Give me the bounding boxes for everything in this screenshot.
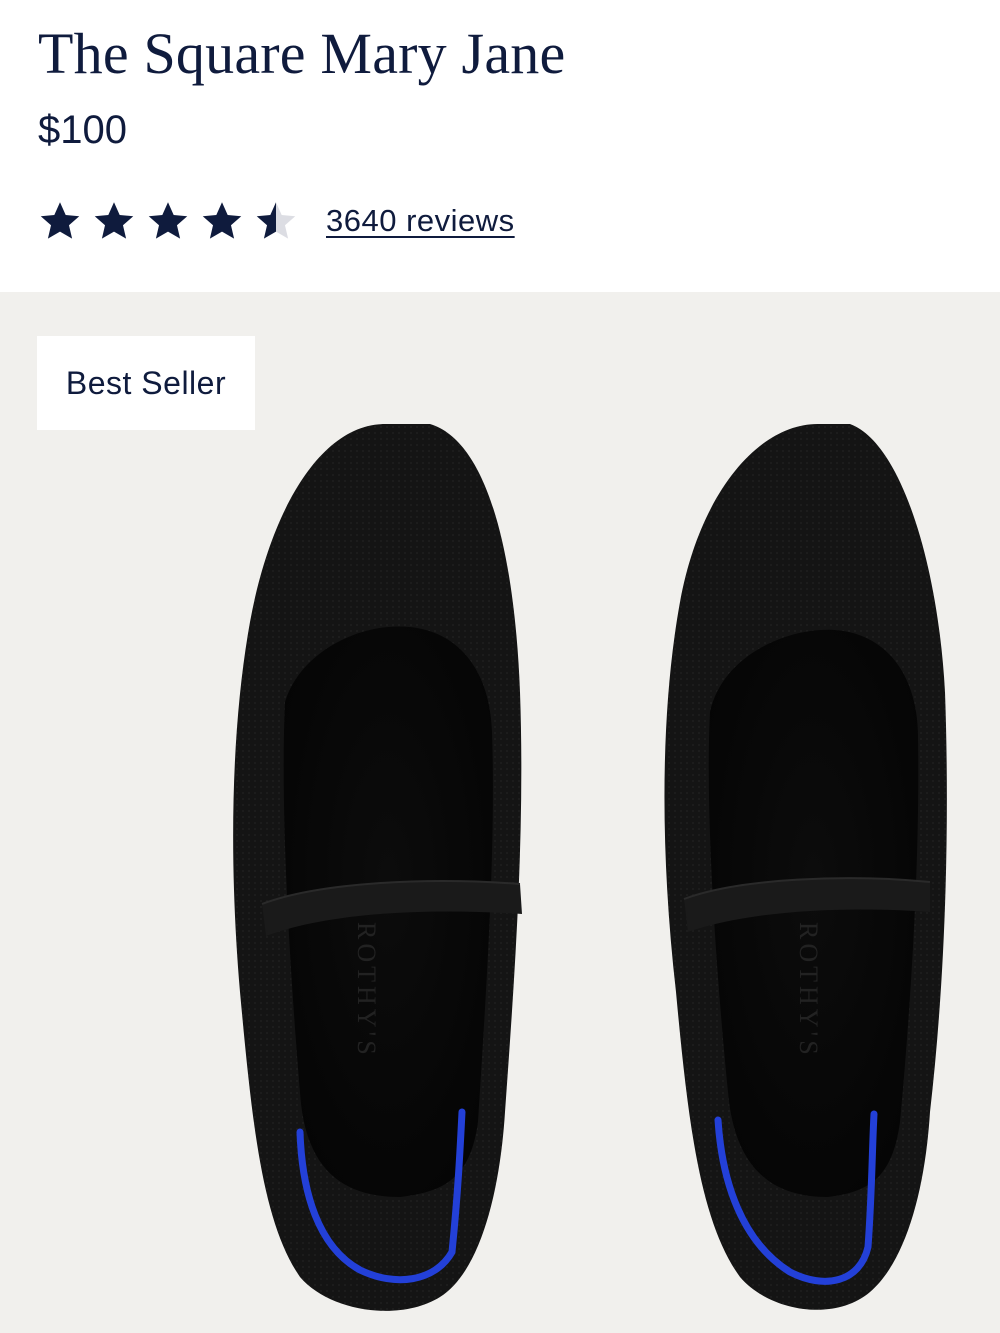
star-icon: [40, 202, 80, 239]
product-image: ROTHY'S ROTHY'S: [233, 423, 947, 1311]
star-icon: [202, 202, 242, 239]
star-icon: [148, 202, 188, 239]
star-icon: [94, 202, 134, 239]
reviews-link[interactable]: 3640 reviews: [326, 203, 515, 239]
insole-brand-left: ROTHY'S: [352, 922, 381, 1059]
product-image-area[interactable]: ROTHY'S ROTHY'S Best Seller: [0, 292, 1000, 1333]
best-seller-badge: Best Seller: [37, 336, 255, 430]
product-title: The Square Mary Jane: [38, 21, 566, 86]
star-rating[interactable]: [38, 199, 308, 243]
half-star-icon: [256, 202, 296, 239]
left-shoe: ROTHY'S: [233, 424, 522, 1311]
rating-row: 3640 reviews: [38, 196, 515, 246]
insole-brand-right: ROTHY'S: [794, 922, 823, 1059]
right-shoe: ROTHY'S: [664, 423, 947, 1310]
product-header: The Square Mary Jane $100 3640 reviews: [0, 0, 1000, 292]
product-price: $100: [38, 108, 127, 152]
